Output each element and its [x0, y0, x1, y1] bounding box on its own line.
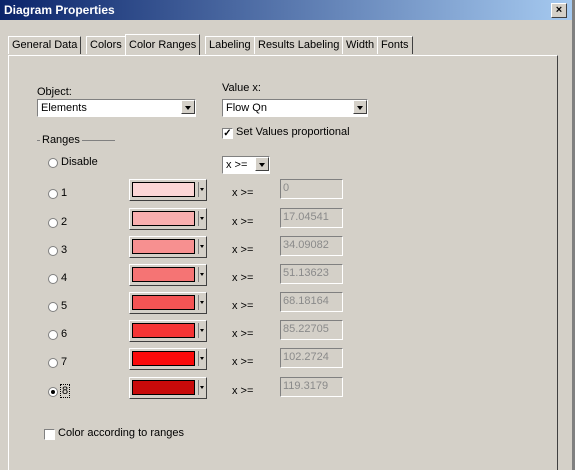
range-operator-label: x >=: [232, 328, 254, 340]
color-picker-button[interactable]: [129, 208, 207, 230]
radio-range-2[interactable]: [48, 218, 58, 228]
object-label: Object:: [37, 86, 72, 98]
radio-range-label[interactable]: 8: [59, 384, 71, 398]
radio-range-label[interactable]: 6: [61, 328, 67, 340]
color-picker-button[interactable]: [129, 292, 207, 314]
radio-range-1[interactable]: [48, 189, 58, 199]
color-according-label[interactable]: Color according to ranges: [58, 427, 184, 439]
tab-general-data[interactable]: General Data: [8, 36, 82, 54]
chevron-down-icon[interactable]: [200, 386, 204, 389]
divider: [198, 211, 199, 226]
tab-labeling[interactable]: Labeling: [205, 36, 255, 54]
title-bar[interactable]: Diagram Properties ×: [0, 0, 572, 20]
color-swatch: [132, 351, 195, 366]
radio-range-5[interactable]: [48, 302, 58, 312]
radio-range-label[interactable]: 3: [61, 244, 67, 256]
set-values-proportional-checkbox[interactable]: ✓: [222, 128, 233, 139]
chevron-down-icon[interactable]: [200, 273, 204, 276]
color-swatch: [132, 295, 195, 310]
radio-range-label[interactable]: 7: [61, 356, 67, 368]
window-shadow-outer: [575, 0, 582, 470]
divider: [198, 239, 199, 254]
color-picker-button[interactable]: [129, 264, 207, 286]
tab-width[interactable]: Width: [342, 36, 379, 54]
chevron-down-icon[interactable]: [200, 188, 204, 191]
range-operator-label: x >=: [232, 272, 254, 284]
radio-range-label[interactable]: 2: [61, 216, 67, 228]
tab-fonts[interactable]: Fonts: [377, 36, 413, 54]
range-threshold-field[interactable]: 17.04541: [280, 208, 343, 228]
chevron-down-icon[interactable]: [200, 217, 204, 220]
range-operator-label: x >=: [232, 356, 254, 368]
color-swatch: [132, 267, 195, 282]
ranges-group-title: Ranges: [40, 134, 82, 146]
range-threshold-field[interactable]: 51.13623: [280, 264, 343, 284]
chevron-down-icon[interactable]: [200, 329, 204, 332]
radio-range-3[interactable]: [48, 246, 58, 256]
divider: [198, 351, 199, 366]
divider: [198, 380, 199, 395]
range-operator-label: x >=: [232, 385, 254, 397]
value-x-select[interactable]: Flow Qn: [222, 99, 368, 117]
value-x-label: Value x:: [222, 82, 261, 94]
radio-disable[interactable]: [48, 158, 58, 168]
range-threshold-field[interactable]: 68.18164: [280, 292, 343, 312]
color-picker-button[interactable]: [129, 236, 207, 258]
object-select[interactable]: Elements: [37, 99, 196, 117]
chevron-down-icon[interactable]: [181, 100, 195, 114]
divider: [198, 267, 199, 282]
comparison-select[interactable]: x >=: [222, 156, 270, 174]
range-operator-label: x >=: [232, 187, 254, 199]
color-picker-button[interactable]: [129, 348, 207, 370]
chevron-down-icon[interactable]: [255, 157, 269, 171]
tab-colors[interactable]: Colors: [86, 36, 126, 54]
range-threshold-field[interactable]: 0: [280, 179, 343, 199]
radio-range-6[interactable]: [48, 330, 58, 340]
color-picker-button[interactable]: [129, 320, 207, 342]
diagram-properties-dialog: Diagram Properties × General Data Colors…: [0, 0, 572, 470]
range-operator-label: x >=: [232, 300, 254, 312]
color-swatch: [132, 211, 195, 226]
radio-range-label[interactable]: 5: [61, 300, 67, 312]
range-operator-label: x >=: [232, 216, 254, 228]
range-threshold-field[interactable]: 102.2724: [280, 348, 343, 368]
chevron-down-icon[interactable]: [200, 245, 204, 248]
radio-range-label[interactable]: 4: [61, 272, 67, 284]
set-values-proportional-label[interactable]: Set Values proportional: [236, 126, 350, 138]
tab-color-ranges[interactable]: Color Ranges: [125, 34, 201, 55]
radio-disable-label[interactable]: Disable: [61, 156, 98, 168]
chevron-down-icon[interactable]: [200, 357, 204, 360]
divider: [198, 182, 199, 197]
range-threshold-field[interactable]: 119.3179: [280, 377, 343, 397]
radio-range-7[interactable]: [48, 358, 58, 368]
divider: [198, 323, 199, 338]
comparison-select-value: x >=: [226, 159, 248, 171]
color-according-checkbox[interactable]: [44, 429, 55, 440]
color-swatch: [132, 182, 195, 197]
radio-range-4[interactable]: [48, 274, 58, 284]
object-select-value: Elements: [41, 102, 87, 114]
radio-range-label[interactable]: 1: [61, 187, 67, 199]
range-threshold-field[interactable]: 34.09082: [280, 236, 343, 256]
color-picker-button[interactable]: [129, 179, 207, 201]
chevron-down-icon[interactable]: [200, 301, 204, 304]
range-operator-label: x >=: [232, 244, 254, 256]
close-button[interactable]: ×: [551, 3, 567, 18]
divider: [198, 295, 199, 310]
color-swatch: [132, 380, 195, 395]
chevron-down-icon[interactable]: [353, 100, 367, 114]
radio-range-8[interactable]: [48, 387, 58, 397]
color-picker-button[interactable]: [129, 377, 207, 399]
color-swatch: [132, 239, 195, 254]
tab-results-labeling[interactable]: Results Labeling: [254, 36, 344, 54]
range-threshold-field[interactable]: 85.22705: [280, 320, 343, 340]
value-x-select-value: Flow Qn: [226, 102, 267, 114]
window-title: Diagram Properties: [4, 3, 115, 17]
color-swatch: [132, 323, 195, 338]
